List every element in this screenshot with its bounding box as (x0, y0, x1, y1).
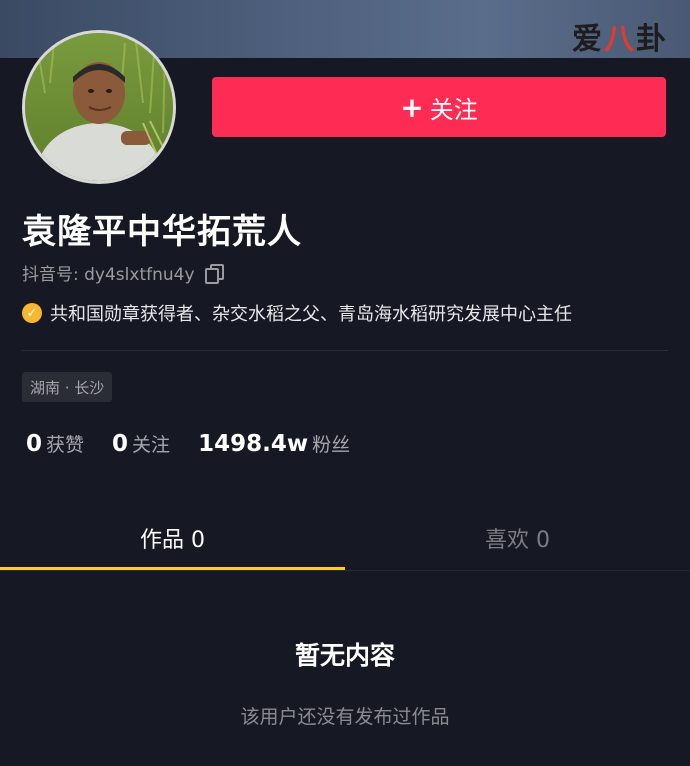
avatar-photo (25, 33, 173, 181)
divider (22, 350, 668, 351)
watermark-char-1: 爱 (572, 22, 604, 57)
copy-icon[interactable] (204, 263, 224, 284)
stat-following-label: 关注 (132, 434, 171, 456)
check-icon: ✓ (22, 303, 42, 323)
stat-likes-label: 获赞 (46, 434, 85, 456)
stat-followers-count: 1498.4w (198, 431, 309, 457)
tab-divider (0, 570, 690, 571)
stat-followers-label: 粉丝 (312, 434, 351, 456)
tab-likes[interactable]: 喜欢 0 (345, 505, 690, 571)
stat-following-count: 0 (112, 431, 129, 457)
empty-state-subtitle: 该用户还没有发布过作品 (240, 706, 450, 728)
watermark-char-3: 卦 (636, 22, 668, 57)
content-tabs: 作品 0 喜欢 0 (0, 505, 690, 571)
follow-button[interactable]: + 关注 (212, 77, 666, 137)
stat-following[interactable]: 0 关注 (112, 430, 170, 457)
stats-row: 0 获赞 0 关注 1498.4w 粉丝 (26, 430, 378, 457)
stat-likes[interactable]: 0 获赞 (26, 430, 84, 457)
username: 袁隆平中华拓荒人 (22, 212, 302, 252)
douyin-id-row: 抖音号: dy4slxtfnu4y (22, 260, 224, 285)
stat-likes-count: 0 (26, 431, 43, 457)
verification-text: 共和国勋章获得者、杂交水稻之父、青岛海水稻研究发展中心主任 (50, 304, 572, 325)
follow-label: 关注 (429, 95, 478, 124)
plus-icon: + (400, 90, 424, 124)
tab-works[interactable]: 作品 0 (0, 505, 345, 571)
empty-state-title: 暂无内容 (294, 641, 395, 670)
watermark-logo: 爱八卦 (572, 14, 668, 58)
verification-row: ✓ 共和国勋章获得者、杂交水稻之父、青岛海水稻研究发展中心主任 (22, 300, 572, 326)
location-tag[interactable]: 湖南 · 长沙 (22, 372, 113, 402)
stat-followers[interactable]: 1498.4w 粉丝 (198, 430, 350, 457)
douyin-id: 抖音号: dy4slxtfnu4y (22, 265, 195, 285)
avatar[interactable] (22, 30, 176, 184)
watermark-char-2: 八 (604, 22, 636, 57)
